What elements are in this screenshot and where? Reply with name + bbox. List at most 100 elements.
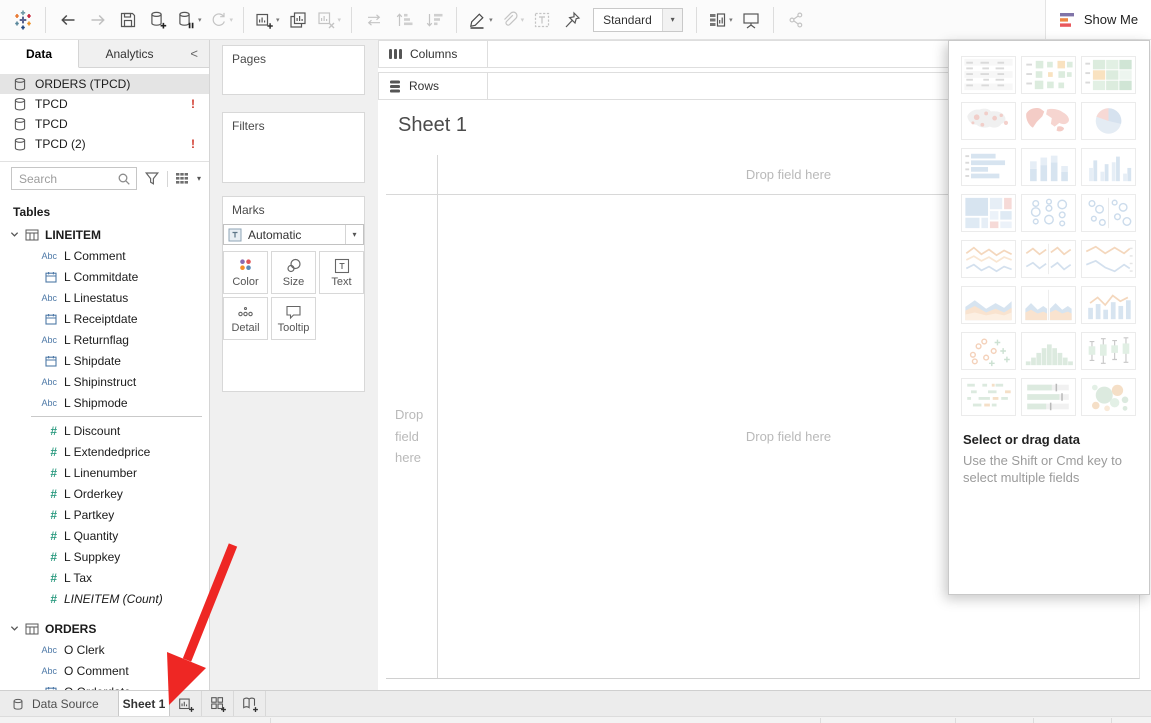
showme-circle-views[interactable]: [1021, 194, 1076, 232]
sort-ascending-button[interactable]: [392, 7, 416, 33]
showme-stacked-bars[interactable]: [1021, 148, 1076, 186]
show-hide-cards-button[interactable]: ▾: [707, 7, 733, 33]
chevron-down-icon[interactable]: ▾: [197, 174, 201, 183]
show-me-button[interactable]: Show Me: [1045, 0, 1151, 39]
swap-rows-columns-button[interactable]: [362, 7, 386, 33]
field-item[interactable]: #L Discount: [0, 420, 209, 441]
tab-data[interactable]: Data: [0, 40, 79, 68]
run-update-button[interactable]: ▾: [208, 7, 234, 33]
field-item[interactable]: #LINEITEM (Count): [0, 588, 209, 609]
showme-dual-lines[interactable]: [1081, 240, 1136, 278]
marks-button-size[interactable]: Size: [271, 251, 316, 294]
showme-continuous-lines[interactable]: [961, 240, 1016, 278]
field-item[interactable]: AbcL Shipinstruct: [0, 371, 209, 392]
showme-dual-combination[interactable]: [1081, 286, 1136, 324]
showme-gantt[interactable]: [961, 378, 1016, 416]
showme-pie-chart[interactable]: [1081, 102, 1136, 140]
highlight-button[interactable]: ▾: [467, 7, 493, 33]
showme-box-and-whisker[interactable]: [1081, 332, 1136, 370]
showme-symbol-map[interactable]: [961, 102, 1016, 140]
clear-sheet-button[interactable]: ▾: [316, 7, 342, 33]
field-item[interactable]: #L Quantity: [0, 525, 209, 546]
field-item[interactable]: #L Orderkey: [0, 483, 209, 504]
tab-sheet-1[interactable]: Sheet 1: [118, 691, 170, 717]
table-group-header[interactable]: LINEITEM: [0, 224, 209, 245]
filters-shelf[interactable]: Filters: [222, 112, 365, 183]
field-item[interactable]: O Orderdate: [0, 681, 209, 690]
showme-continuous-area[interactable]: [961, 286, 1016, 324]
marks-button-tooltip[interactable]: Tooltip: [271, 297, 316, 340]
new-data-source-button[interactable]: [146, 7, 170, 33]
collapse-pane-icon[interactable]: <: [190, 40, 209, 67]
showme-side-by-side-circles[interactable]: [1081, 194, 1136, 232]
field-item[interactable]: AbcO Clerk: [0, 639, 209, 660]
showme-bullet-graph[interactable]: [1021, 378, 1076, 416]
presentation-mode-button[interactable]: [739, 7, 763, 33]
showme-discrete-area[interactable]: [1021, 286, 1076, 324]
field-item[interactable]: AbcL Shipmode: [0, 392, 209, 413]
data-source-item[interactable]: TPCD (2)!: [0, 134, 209, 154]
search-input[interactable]: [12, 172, 117, 186]
save-button[interactable]: [116, 7, 140, 33]
showme-scatter-plot[interactable]: [961, 332, 1016, 370]
show-mark-labels-button[interactable]: [530, 7, 554, 33]
field-item[interactable]: #L Suppkey: [0, 546, 209, 567]
drop-zone-rows-header[interactable]: Drop field here: [386, 195, 437, 678]
fix-axes-button[interactable]: [560, 7, 584, 33]
new-worksheet-button[interactable]: ▾: [254, 7, 280, 33]
group-members-button[interactable]: ▾: [499, 7, 525, 33]
data-source-item[interactable]: ORDERS (TPCD): [0, 74, 209, 94]
showme-discrete-lines[interactable]: [1021, 240, 1076, 278]
field-item[interactable]: #L Partkey: [0, 504, 209, 525]
sheet-title[interactable]: Sheet 1: [398, 114, 467, 137]
fit-selector[interactable]: Standard▾: [593, 8, 683, 32]
showme-highlight-table[interactable]: [1081, 56, 1136, 94]
columns-shelf-label: Columns: [378, 40, 488, 68]
redo-button[interactable]: [86, 7, 110, 33]
table-group-header[interactable]: ORDERS: [0, 618, 209, 639]
showme-heat-map[interactable]: [1021, 56, 1076, 94]
showme-treemap[interactable]: [961, 194, 1016, 232]
tab-data-source[interactable]: Data Source: [0, 691, 118, 717]
field-item[interactable]: AbcO Comment: [0, 660, 209, 681]
marks-button-detail[interactable]: Detail: [223, 297, 268, 340]
showme-packed-bubbles[interactable]: [1081, 378, 1136, 416]
field-item[interactable]: L Receiptdate: [0, 308, 209, 329]
mark-type-dropdown[interactable]: Automatic ▾: [223, 224, 364, 245]
showme-histogram[interactable]: [1021, 332, 1076, 370]
field-item[interactable]: AbcL Returnflag: [0, 329, 209, 350]
field-item[interactable]: AbcL Comment: [0, 245, 209, 266]
field-item[interactable]: #L Extendedprice: [0, 441, 209, 462]
showme-filled-map[interactable]: [1021, 102, 1076, 140]
tab-analytics[interactable]: Analytics: [79, 40, 180, 67]
share-workbook-button[interactable]: [784, 7, 808, 33]
field-item[interactable]: AbcL Linestatus: [0, 287, 209, 308]
marks-button-color[interactable]: Color: [223, 251, 268, 294]
new-worksheet-tab-button[interactable]: [170, 691, 202, 717]
number-field-icon: #: [37, 445, 57, 459]
tableau-logo-button[interactable]: [11, 7, 35, 33]
sort-descending-button[interactable]: [422, 7, 446, 33]
toolbar-separator: [696, 7, 697, 33]
marks-button-text[interactable]: Text: [319, 251, 364, 294]
tableau-window: ▾▾▾▾▾▾Standard▾▾ Show Me Data Analytics …: [0, 0, 1151, 723]
field-item[interactable]: #L Linenumber: [0, 462, 209, 483]
view-options-icon[interactable]: [173, 172, 191, 185]
showme-side-by-side-bars[interactable]: [1081, 148, 1136, 186]
filter-fields-icon[interactable]: [142, 171, 162, 186]
data-source-item[interactable]: TPCD!: [0, 94, 209, 114]
field-item[interactable]: L Shipdate: [0, 350, 209, 371]
new-story-tab-button[interactable]: [234, 691, 266, 717]
duplicate-sheet-button[interactable]: [286, 7, 310, 33]
new-dashboard-tab-button[interactable]: [202, 691, 234, 717]
size-icon: [284, 257, 303, 275]
data-source-item[interactable]: TPCD: [0, 114, 209, 134]
showme-text-table[interactable]: [961, 56, 1016, 94]
undo-button[interactable]: [56, 7, 80, 33]
field-item[interactable]: #L Tax: [0, 567, 209, 588]
field-item[interactable]: L Commitdate: [0, 266, 209, 287]
search-box[interactable]: [11, 167, 137, 190]
showme-horizontal-bars[interactable]: [961, 148, 1016, 186]
pause-auto-updates-button[interactable]: ▾: [176, 7, 202, 33]
pages-shelf[interactable]: Pages: [222, 45, 365, 95]
